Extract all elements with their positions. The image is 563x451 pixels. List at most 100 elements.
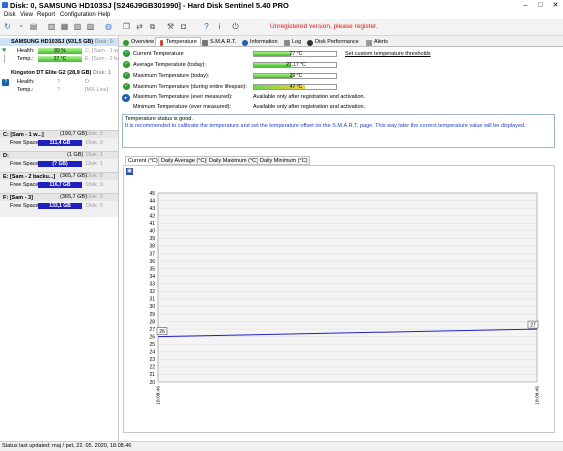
y-tick-label: 20	[149, 380, 155, 386]
print-icon[interactable]: ▧	[72, 21, 83, 32]
smart-icon	[202, 40, 208, 46]
info-icon[interactable]: i	[214, 21, 225, 32]
heart-icon: ♥	[2, 47, 7, 54]
menu-bar: Disk View Report Configuration Help	[0, 11, 563, 19]
disk-1-name: Kingston DT Elite G2 (28,9 GB)	[11, 70, 92, 76]
thermometer-icon: │	[3, 56, 8, 63]
unregistered-link[interactable]: Unregistered version, please register.	[270, 23, 378, 30]
disk-1-health-value: ?	[57, 79, 61, 85]
help-icon[interactable]: ?	[201, 21, 212, 32]
tab-alerts[interactable]: Alerts	[363, 37, 392, 46]
disk-0-name: SAMSUNG HD103SJ (931,5 GB)	[11, 39, 94, 45]
subtab-daily-average[interactable]: Daily Average (°C)	[158, 156, 210, 165]
y-tick-label: 25	[149, 342, 155, 348]
disk-1-temp-label: Temp.:	[17, 87, 34, 93]
disk-0-header[interactable]: SAMSUNG HD103SJ (931,5 GB) Disk: 0	[0, 38, 118, 46]
tab-smart[interactable]: S.M.A.R.T.	[199, 37, 240, 46]
tab-overview-label: Overview	[131, 39, 154, 45]
exit-icon[interactable]: ⏻	[230, 21, 241, 32]
test-icon[interactable]: ◔	[15, 21, 26, 32]
title-bar: Disk: 0, SAMSUNG HD103SJ [S246J9GB301990…	[0, 0, 563, 11]
average-temp-value: 27,17 °C	[286, 62, 306, 68]
volume-d-free-disk: Disk: 1	[86, 161, 103, 167]
tab-log[interactable]: Log	[281, 37, 305, 46]
max-lifespan-temp-bar: 47 °C	[253, 84, 337, 90]
check-icon: ✓	[123, 83, 130, 90]
tab-disk-performance[interactable]: Disk Performance	[304, 37, 363, 46]
y-tick-label: 36	[149, 259, 155, 265]
disk-1-header[interactable]: Kingston DT Elite G2 (28,9 GB) Disk: 1	[0, 69, 118, 77]
y-tick-label: 32	[149, 289, 155, 295]
y-tick-label: 22	[149, 365, 155, 371]
x-tick-label: 18:08:46	[156, 386, 162, 405]
volume-d-size: (1 GB)	[67, 152, 84, 158]
close-button[interactable]: ✕	[548, 0, 563, 11]
menu-report[interactable]: Report	[37, 12, 55, 18]
y-tick-label: 35	[149, 266, 155, 272]
tab-information-label: Information	[250, 39, 278, 45]
globe-icon[interactable]: ◍	[103, 21, 114, 32]
plot-area	[157, 192, 538, 383]
tab-information[interactable]: Information	[239, 37, 282, 46]
copy-icon[interactable]: ❐	[121, 21, 132, 32]
disk-0-index: Disk: 0	[94, 39, 113, 45]
temperature-chart: 2021222324252627282930313233343536373839…	[149, 191, 540, 405]
y-tick-label: 38	[149, 244, 155, 250]
max-today-temp-value: 29 °C	[289, 73, 303, 79]
volume-f-name: F: [Sam - 3]	[3, 195, 33, 201]
report-icon[interactable]: ▥	[46, 21, 57, 32]
backup-icon[interactable]: ⧉	[147, 21, 158, 32]
subtab-daily-maximum[interactable]: Daily Maximum (°C)	[206, 156, 261, 165]
disk-1-health-volume: D:	[85, 79, 91, 85]
y-tick-label: 33	[149, 282, 155, 288]
y-tick-label: 41	[149, 221, 155, 227]
current-temp-bar: 27 °C	[253, 51, 337, 57]
tools-icon[interactable]: ⚒	[165, 21, 176, 32]
subtab-current[interactable]: Current (°C)	[125, 156, 161, 165]
send-report-icon[interactable]: ▦	[59, 21, 70, 32]
y-tick-label: 40	[149, 229, 155, 235]
volume-d-name: D:	[3, 153, 9, 159]
y-tick-label: 45	[149, 191, 155, 197]
volume-f-disk: Disk: 0	[86, 194, 103, 200]
y-tick-label: 29	[149, 312, 155, 318]
disk-0-temp-label: Temp.:	[17, 56, 34, 62]
minimize-button[interactable]: –	[518, 0, 533, 11]
subtab-daily-minimum[interactable]: Daily Minimum (°C)	[257, 156, 311, 165]
menu-help[interactable]: Help	[98, 12, 110, 18]
volume-f-size: (365,7 GB)	[60, 194, 87, 200]
y-tick-label: 28	[149, 319, 155, 325]
volume-c-name: C: [Sam - 1 w...]	[3, 132, 44, 138]
maximize-button[interactable]: □	[533, 0, 548, 11]
transfer-icon[interactable]: ⇄	[134, 21, 145, 32]
volume-e-name: E: [Sam - 2 backu...]	[3, 174, 56, 180]
unknown-status-icon: ?	[2, 79, 9, 86]
y-tick-label: 21	[149, 372, 155, 378]
refresh-icon[interactable]: ↻	[2, 21, 13, 32]
tab-temperature[interactable]: Temperature	[155, 37, 201, 46]
volume-list: C: [Sam - 1 w...] (199,7 GB) Disk: 0 Fre…	[0, 130, 118, 217]
y-tick-label: 31	[149, 297, 155, 303]
window-title: Disk: 0, SAMSUNG HD103SJ [S246J9GB301990…	[10, 1, 289, 10]
check-icon: ✓	[123, 61, 130, 68]
save-report-icon[interactable]: ▨	[85, 21, 96, 32]
volume-c-size: (199,7 GB)	[60, 131, 87, 137]
menu-view[interactable]: View	[20, 12, 33, 18]
volume-d-free-label: Free Space	[10, 161, 39, 167]
left-panel: SAMSUNG HD103SJ (931,5 GB) Disk: 0 ♥ Hea…	[0, 36, 125, 441]
current-temp-label: Current Temperature	[133, 51, 184, 57]
shield-icon[interactable]: ◘	[178, 21, 189, 32]
disk-0-health-bar: 89 %	[38, 48, 82, 54]
y-tick-label: 27	[149, 327, 155, 333]
menu-configuration[interactable]: Configuration	[60, 12, 96, 18]
menu-disk[interactable]: Disk	[4, 12, 16, 18]
check-icon: ✓	[123, 50, 130, 57]
tab-overview[interactable]: Overview	[120, 37, 158, 46]
disk-icon[interactable]: ▤	[28, 21, 39, 32]
set-thresholds-link[interactable]: Set custom temperature thresholds	[345, 51, 431, 57]
register-info-icon: ▸	[122, 94, 130, 102]
tab-temperature-label: Temperature	[166, 39, 197, 45]
volume-c-free-label: Free Space	[10, 140, 39, 146]
max-lifespan-temp-value: 47 °C	[289, 84, 303, 90]
status-title: Temperature status is good.	[125, 116, 193, 122]
